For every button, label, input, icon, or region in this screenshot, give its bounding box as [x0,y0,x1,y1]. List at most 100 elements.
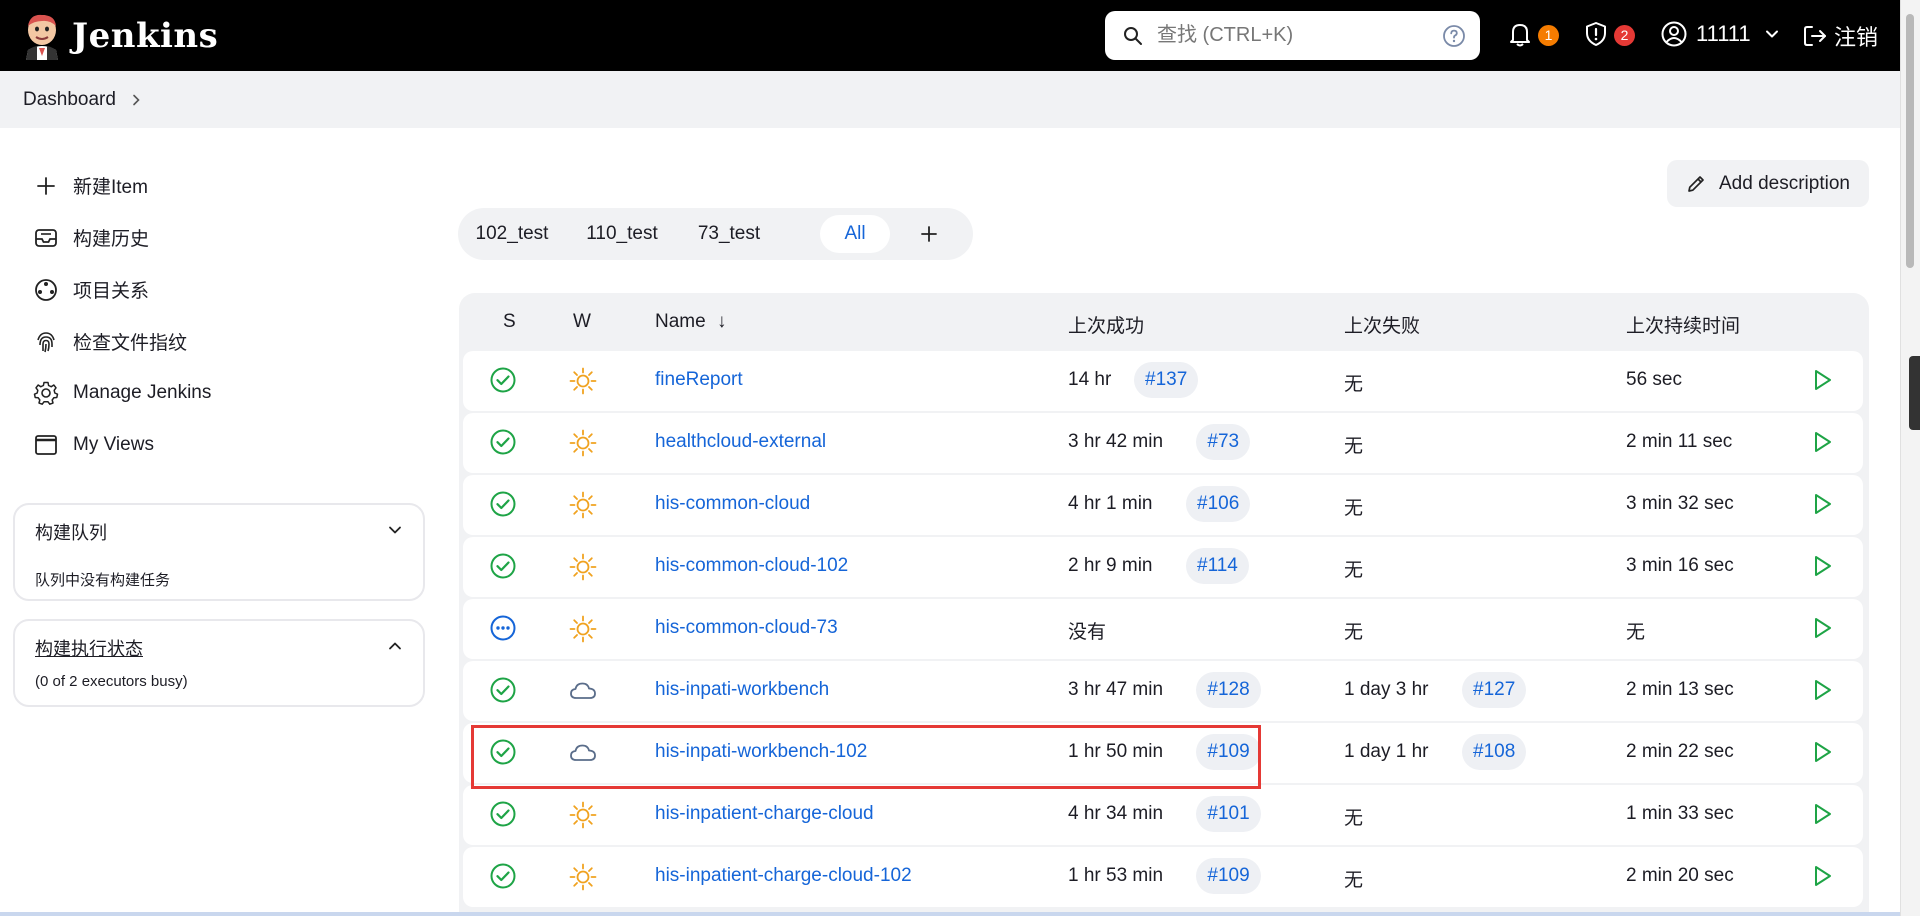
column-header-name[interactable]: Name ↓ [655,311,726,333]
weather-sunny-icon[interactable] [568,552,598,582]
status-success-icon[interactable] [489,490,517,518]
last-success-build-link[interactable]: #101 [1196,796,1261,832]
sidebar-item-new-item[interactable]: 新建Item [33,172,148,199]
logout-button[interactable]: 注销 [1802,20,1878,52]
weather-sunny-icon[interactable] [568,428,598,458]
tab-73-test[interactable]: 73_test [684,215,774,253]
tab-102-test[interactable]: 102_test [466,215,558,253]
column-header-weather[interactable]: W [573,311,591,333]
weather-cloudy-icon[interactable] [568,738,598,768]
last-success-build-link[interactable]: #106 [1186,486,1251,522]
column-header-last-duration[interactable]: 上次持续时间 [1626,311,1740,338]
sidebar-item-my-views[interactable]: My Views [33,432,154,458]
job-name-link[interactable]: his-common-cloud [655,493,810,515]
schedule-build-play-icon[interactable] [1809,491,1835,517]
status-success-icon[interactable] [489,676,517,704]
status-success-icon[interactable] [489,552,517,580]
plus-icon [37,176,55,195]
sidebar-item-fingerprint[interactable]: 检查文件指纹 [33,328,187,355]
tab-110-test[interactable]: 110_test [572,215,672,253]
column-header-name-label: Name [655,311,706,332]
last-success-build-link[interactable]: #109 [1196,734,1261,770]
schedule-build-play-icon[interactable] [1809,739,1835,765]
last-success-build-link[interactable]: #137 [1134,362,1199,398]
scrollbar-thumb[interactable] [1906,14,1914,268]
security-badge: 2 [1614,24,1635,46]
chevron-up-icon[interactable] [387,638,403,654]
add-description-button[interactable]: Add description [1667,160,1869,207]
schedule-build-play-icon[interactable] [1809,801,1835,827]
column-header-last-success[interactable]: 上次成功 [1068,311,1144,338]
side-panel-handle[interactable] [1909,356,1920,430]
schedule-build-play-icon[interactable] [1809,863,1835,889]
security-button[interactable]: 2 [1582,20,1635,48]
breadcrumb-dashboard[interactable]: Dashboard [23,89,116,111]
sidebar-item-label: 检查文件指纹 [73,333,188,354]
gear-icon [33,381,59,405]
sidebar-item-project-relationship[interactable]: 项目关系 [33,276,149,303]
last-success-time: 3 hr 42 min [1068,431,1164,452]
last-failure-build-link[interactable]: #108 [1462,734,1527,770]
logout-icon [1804,26,1826,46]
user-menu[interactable]: 11111 [1660,20,1779,48]
column-header-status[interactable]: S [503,311,516,333]
last-failure-build-link[interactable]: #127 [1462,672,1527,708]
last-success-build-link[interactable]: #109 [1196,858,1261,894]
jenkins-logo[interactable]: Jenkins [22,12,218,60]
job-name-link[interactable]: his-inpatient-charge-cloud [655,803,874,825]
job-name-link[interactable]: his-inpatient-charge-cloud-102 [655,865,912,887]
job-name-link[interactable]: healthcloud-external [655,431,826,453]
schedule-build-play-icon[interactable] [1809,677,1835,703]
weather-sunny-icon[interactable] [568,490,598,520]
last-success-time: 4 hr 34 min [1068,803,1164,824]
status-success-icon[interactable] [489,738,517,766]
sidebar-item-label: 项目关系 [73,281,150,302]
column-header-last-failure[interactable]: 上次失败 [1344,311,1420,338]
last-duration: 2 min 22 sec [1626,741,1734,762]
notifications-button[interactable]: 1 [1506,20,1559,48]
status-success-icon[interactable] [489,862,517,890]
last-success-build-link[interactable]: #128 [1196,672,1261,708]
sidebar-item-manage-jenkins[interactable]: Manage Jenkins [33,380,211,406]
table-row: his-inpati-workbench-102 1 hr 50 min #109 1… [463,723,1863,783]
add-view-button[interactable] [910,215,948,253]
job-name-link[interactable]: his-common-cloud-73 [655,617,838,639]
job-name-link[interactable]: his-common-cloud-102 [655,555,848,577]
job-name-link[interactable]: his-inpati-workbench [655,679,829,701]
weather-sunny-icon[interactable] [568,800,598,830]
executor-status-title[interactable]: 构建执行状态 [35,635,143,661]
build-queue-panel: 构建队列 队列中没有构建任务 [13,503,425,601]
job-name-link[interactable]: his-inpati-workbench-102 [655,741,867,763]
table-row: his-common-cloud-73 没有 无 无 [463,599,1863,659]
last-success-build-link[interactable]: #73 [1196,424,1251,460]
help-icon[interactable] [1442,24,1466,48]
bottom-strip [0,912,1900,916]
chevron-down-icon[interactable] [387,522,403,538]
last-success-build-link[interactable]: #114 [1186,548,1249,584]
status-not-built-icon[interactable] [489,614,517,642]
job-name-link[interactable]: fineReport [655,369,743,391]
view-tabs: 102_test 110_test 73_test All [458,208,973,260]
search-box[interactable] [1105,11,1480,60]
schedule-build-play-icon[interactable] [1809,429,1835,455]
schedule-build-play-icon[interactable] [1809,553,1835,579]
build-queue-title[interactable]: 构建队列 [35,519,107,545]
sidebar-item-build-history[interactable]: 构建历史 [33,224,149,251]
top-header: Jenkins 1 2 11 [0,0,1900,71]
chevron-right-icon[interactable] [130,94,142,106]
search-icon [1124,26,1142,45]
weather-sunny-icon[interactable] [568,614,598,644]
weather-sunny-icon[interactable] [568,862,598,892]
weather-sunny-icon[interactable] [568,366,598,396]
status-success-icon[interactable] [489,428,517,456]
tab-all[interactable]: All [820,215,890,253]
sidebar-item-label: My Views [73,434,154,455]
weather-cloudy-icon[interactable] [568,676,598,706]
schedule-build-play-icon[interactable] [1809,367,1835,393]
page-scrollbar[interactable] [1900,0,1920,916]
status-success-icon[interactable] [489,366,517,394]
status-success-icon[interactable] [489,800,517,828]
schedule-build-play-icon[interactable] [1809,615,1835,641]
search-input[interactable] [1157,24,1427,47]
table-row: his-inpati-workbench 3 hr 47 min #128 1 day… [463,661,1863,721]
